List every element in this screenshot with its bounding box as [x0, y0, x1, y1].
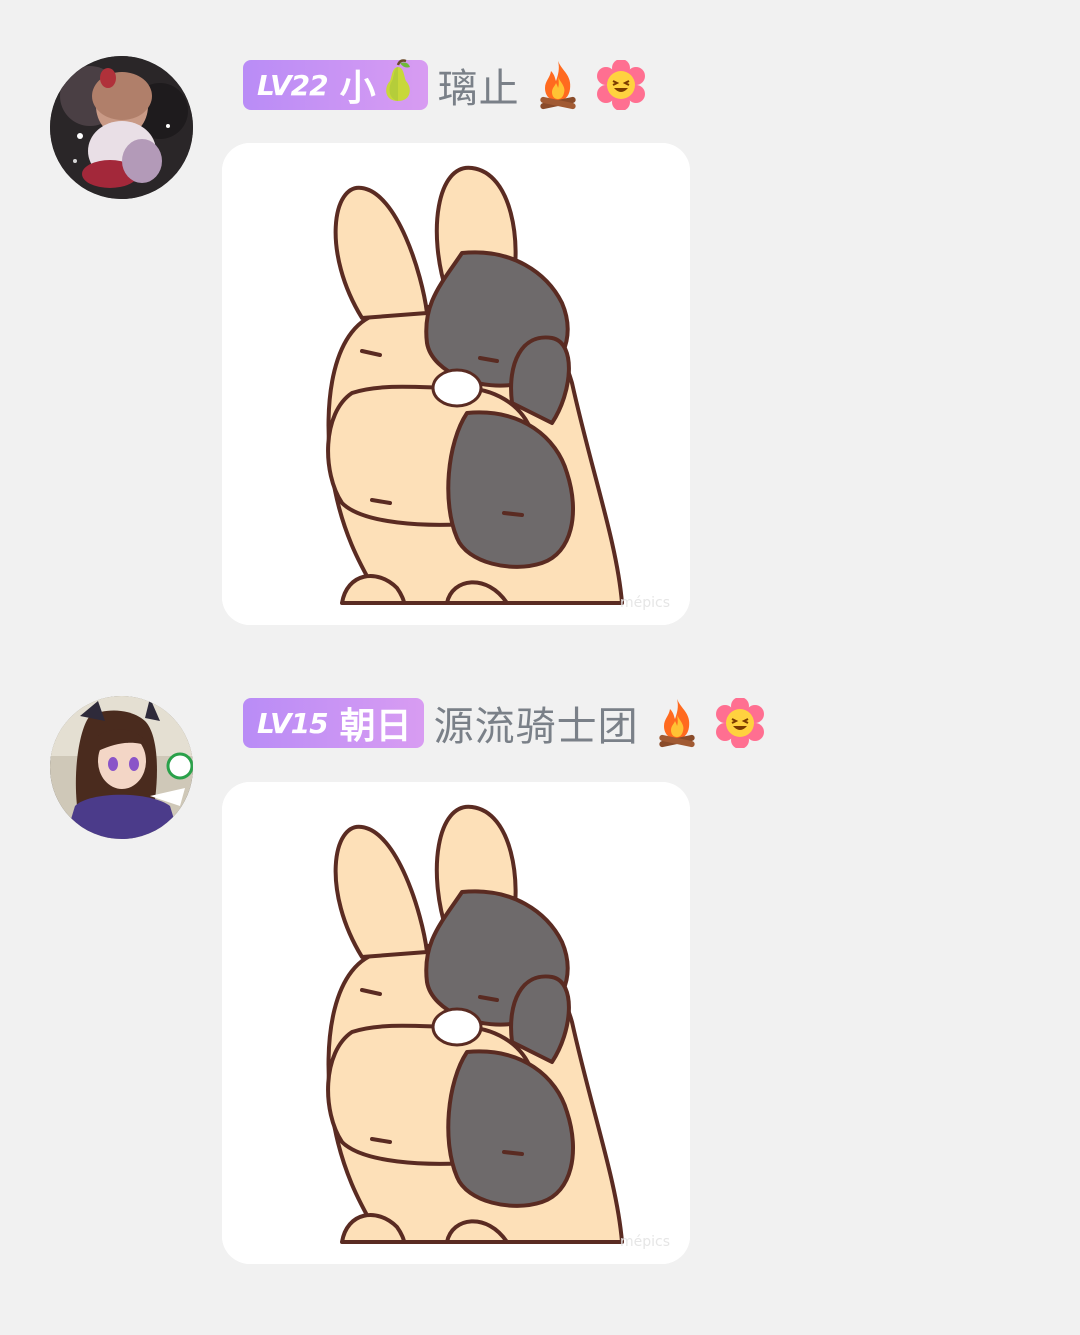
- grinning-flower-icon: [596, 60, 646, 110]
- sticker-image[interactable]: mépics: [222, 782, 690, 1264]
- badge-title: 朝日: [339, 706, 412, 747]
- avatar[interactable]: [50, 56, 193, 199]
- watermark: mépics: [620, 1234, 670, 1250]
- grinning-flower-icon: [715, 698, 765, 748]
- level-label: LV22: [257, 68, 329, 102]
- level-badge[interactable]: LV15 朝日: [243, 698, 424, 748]
- message-header: LV22 小 璃止: [243, 56, 646, 114]
- level-label: LV15: [257, 706, 329, 740]
- fire-icon: [655, 697, 699, 749]
- message-header: LV15 朝日 源流骑士团: [243, 694, 765, 752]
- username[interactable]: 源流骑士团: [434, 694, 639, 752]
- level-badge[interactable]: LV22 小: [243, 58, 428, 112]
- pear-icon: [380, 58, 416, 112]
- watermark: mépics: [620, 595, 670, 611]
- sticker-image[interactable]: mépics: [222, 143, 690, 625]
- username[interactable]: 璃止: [438, 56, 520, 114]
- badge-title: 小: [339, 68, 376, 109]
- avatar[interactable]: [50, 696, 193, 839]
- fire-icon: [536, 59, 580, 111]
